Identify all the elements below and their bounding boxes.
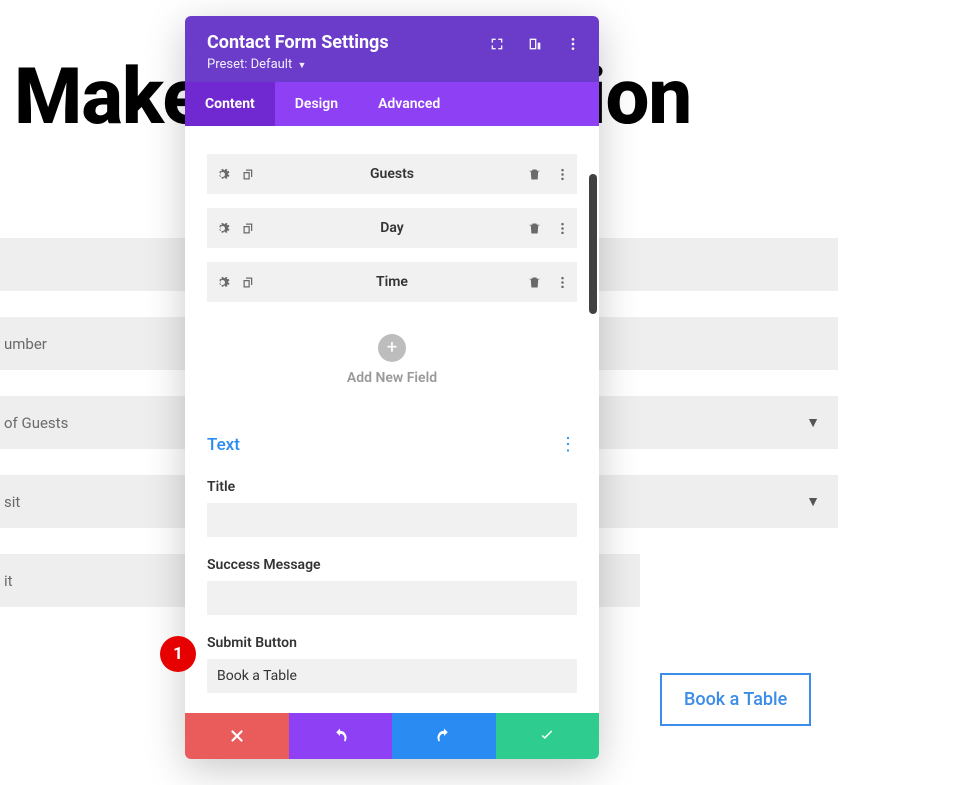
add-field-button[interactable]: + xyxy=(378,334,406,362)
cancel-button[interactable] xyxy=(185,713,289,759)
submit-button-input[interactable] xyxy=(207,659,577,693)
more-icon[interactable]: ⋮ xyxy=(559,434,577,455)
field-row-day[interactable]: Day xyxy=(207,208,577,248)
field-name-label: Guests xyxy=(207,166,577,182)
settings-modal: Contact Form Settings Preset: Default ▼ … xyxy=(185,16,599,759)
annotation-marker-1: 1 xyxy=(160,636,196,672)
book-table-button[interactable]: Book a Table xyxy=(660,673,811,726)
add-field-label: Add New Field xyxy=(207,370,577,386)
chevron-down-icon: ▼ xyxy=(297,61,306,71)
title-input[interactable] xyxy=(207,503,577,537)
more-icon[interactable] xyxy=(565,36,581,52)
section-title-text[interactable]: Text xyxy=(207,435,240,455)
preset-selector[interactable]: Preset: Default ▼ xyxy=(207,57,577,72)
bg-input-text: it xyxy=(4,572,13,590)
field-row-guests[interactable]: Guests xyxy=(207,154,577,194)
success-message-input[interactable] xyxy=(207,581,577,615)
add-new-field-section: + Add New Field xyxy=(207,316,577,418)
bg-input-text: umber xyxy=(4,335,47,353)
tab-content[interactable]: Content xyxy=(185,82,275,126)
success-message-label: Success Message xyxy=(207,557,577,573)
submit-button-label: Submit Button xyxy=(207,635,577,651)
field-name-label: Time xyxy=(207,274,577,290)
modal-footer xyxy=(185,713,599,759)
header-icons xyxy=(489,36,581,52)
modal-tabs: Content Design Advanced xyxy=(185,82,599,126)
tab-advanced[interactable]: Advanced xyxy=(358,82,460,126)
modal-body: Guests Day Time xyxy=(185,126,599,713)
field-name-label: Day xyxy=(207,220,577,236)
scrollbar-thumb[interactable] xyxy=(589,174,597,314)
tab-design[interactable]: Design xyxy=(275,82,358,126)
expand-icon[interactable] xyxy=(489,36,505,52)
text-section: Text ⋮ Title Success Message Submit Butt… xyxy=(207,418,577,713)
responsive-icon[interactable] xyxy=(527,36,543,52)
title-label: Title xyxy=(207,479,577,495)
save-button[interactable] xyxy=(496,713,600,759)
chevron-down-icon: ▼ xyxy=(806,493,820,510)
chevron-down-icon: ▼ xyxy=(806,414,820,431)
field-row-time[interactable]: Time xyxy=(207,262,577,302)
preset-value: Default xyxy=(251,57,293,72)
bg-input-text: sit xyxy=(4,493,20,511)
modal-header: Contact Form Settings Preset: Default ▼ xyxy=(185,16,599,82)
preset-label: Preset: xyxy=(207,57,247,72)
bg-input-text: of Guests xyxy=(4,414,68,432)
redo-button[interactable] xyxy=(392,713,496,759)
undo-button[interactable] xyxy=(289,713,393,759)
